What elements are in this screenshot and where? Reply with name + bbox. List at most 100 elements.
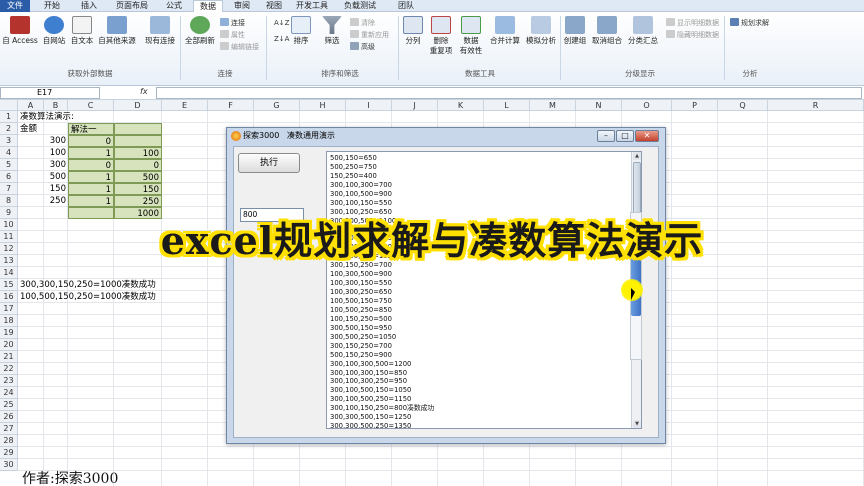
tab-file[interactable]: 文件 — [0, 0, 30, 12]
cell-a1[interactable]: 凑数算法演示: — [20, 111, 74, 123]
cell-solution-flag[interactable]: 1 — [68, 147, 114, 159]
clear-button[interactable]: 清除 — [350, 18, 375, 28]
cell-solution-flag[interactable]: 0 — [68, 159, 114, 171]
row-header-14[interactable]: 14 — [0, 267, 18, 279]
row-header-8[interactable]: 8 — [0, 195, 18, 207]
tab-load-test[interactable]: 负载测试 — [340, 0, 380, 12]
sort-button[interactable]: 排序 — [290, 16, 312, 46]
from-text-button[interactable]: 自文本 — [68, 16, 96, 46]
row-header-26[interactable]: 26 — [0, 411, 18, 423]
column-header-c[interactable]: C — [68, 100, 114, 111]
row-header-24[interactable]: 24 — [0, 387, 18, 399]
refresh-all-button[interactable]: 全部刷新 — [184, 16, 216, 46]
cell-product[interactable]: 100 — [114, 147, 162, 159]
cell-product[interactable]: 150 — [114, 183, 162, 195]
cell-a2[interactable]: 金额 — [20, 123, 37, 135]
fx-icon[interactable]: fx — [140, 87, 148, 96]
tab-formulas[interactable]: 公式 — [160, 0, 188, 12]
tab-team[interactable]: 团队 — [392, 0, 420, 12]
row-header-15[interactable]: 15 — [0, 279, 18, 291]
tab-view[interactable]: 视图 — [261, 0, 287, 12]
close-icon[interactable]: ✕ — [635, 130, 659, 142]
column-header-n[interactable]: N — [576, 100, 622, 111]
column-header-q[interactable]: Q — [718, 100, 768, 111]
column-header-f[interactable]: F — [208, 100, 254, 111]
row-header-5[interactable]: 5 — [0, 159, 18, 171]
row-header-6[interactable]: 6 — [0, 171, 18, 183]
properties-link[interactable]: 属性 — [220, 30, 245, 40]
select-all-corner[interactable] — [0, 100, 18, 111]
column-header-j[interactable]: J — [392, 100, 438, 111]
cell-amount[interactable]: 250 — [18, 195, 68, 207]
row-header-25[interactable]: 25 — [0, 399, 18, 411]
cell-a15[interactable]: 300,300,150,250=1000凑数成功 — [20, 279, 156, 291]
solver-button[interactable]: 规划求解 — [730, 18, 769, 28]
from-access-button[interactable]: 自 Access — [2, 16, 38, 46]
subtotal-button[interactable]: 分类汇总 — [626, 16, 660, 46]
row-header-17[interactable]: 17 — [0, 303, 18, 315]
results-list[interactable]: 500,150=650 500,250=750 150,250=400 300,100… — [326, 151, 642, 429]
column-header-i[interactable]: I — [346, 100, 392, 111]
cell-a16[interactable]: 100,500,150,250=1000凑数成功 — [20, 291, 156, 303]
hide-detail-button[interactable]: 隐藏明细数据 — [666, 30, 719, 40]
column-header-r[interactable]: R — [768, 100, 864, 111]
column-header-m[interactable]: M — [530, 100, 576, 111]
from-other-sources-button[interactable]: 自其他来源 — [96, 16, 138, 46]
row-header-27[interactable]: 27 — [0, 423, 18, 435]
row-header-23[interactable]: 23 — [0, 375, 18, 387]
tab-developer[interactable]: 开发工具 — [292, 0, 332, 12]
sort-za-button[interactable]: Z↓A — [274, 34, 289, 44]
cell-amount[interactable]: 300 — [18, 159, 68, 171]
row-header-1[interactable]: 1 — [0, 111, 18, 123]
row-header-22[interactable]: 22 — [0, 363, 18, 375]
filter-button[interactable]: 筛选 — [320, 16, 344, 46]
row-header-18[interactable]: 18 — [0, 315, 18, 327]
from-web-button[interactable]: 自网站 — [40, 16, 68, 46]
column-header-p[interactable]: P — [672, 100, 718, 111]
row-header-4[interactable]: 4 — [0, 147, 18, 159]
cell-solution-flag[interactable]: 1 — [68, 183, 114, 195]
row-header-28[interactable]: 28 — [0, 435, 18, 447]
connections-link[interactable]: 连接 — [220, 18, 245, 28]
execute-button[interactable]: 执行 — [238, 153, 300, 173]
data-validation-button[interactable]: 数据 有效性 — [456, 16, 486, 56]
cell-c2[interactable] — [114, 123, 162, 135]
tab-review[interactable]: 审阅 — [228, 0, 256, 12]
cell-amount[interactable]: 500 — [18, 171, 68, 183]
text-to-columns-button[interactable]: 分列 — [402, 16, 424, 46]
scroll-down-icon[interactable]: ▼ — [633, 420, 641, 428]
group-button[interactable]: 创建组 — [562, 16, 588, 46]
cell-product[interactable]: 0 — [114, 159, 162, 171]
sort-az-button[interactable]: A↓Z — [274, 18, 289, 28]
tab-page-layout[interactable]: 页面布局 — [110, 0, 154, 12]
ungroup-button[interactable]: 取消组合 — [590, 16, 624, 46]
column-header-l[interactable]: L — [484, 100, 530, 111]
show-detail-button[interactable]: 显示明细数据 — [666, 18, 719, 28]
reapply-button[interactable]: 重新应用 — [350, 30, 389, 40]
what-if-analysis-button[interactable]: 模拟分析 — [524, 16, 558, 46]
consolidate-button[interactable]: 合并计算 — [488, 16, 522, 46]
row-header-20[interactable]: 20 — [0, 339, 18, 351]
row-header-21[interactable]: 21 — [0, 351, 18, 363]
cell-product[interactable] — [114, 135, 162, 147]
formula-input[interactable] — [156, 87, 862, 99]
scroll-up-icon[interactable]: ▲ — [633, 152, 641, 160]
remove-duplicates-button[interactable]: 删除 重复项 — [428, 16, 454, 56]
cell-solution-flag[interactable]: 1 — [68, 171, 114, 183]
column-header-e[interactable]: E — [162, 100, 208, 111]
column-header-d[interactable]: D — [114, 100, 162, 111]
tab-insert[interactable]: 插入 — [74, 0, 104, 12]
cell-product[interactable]: 250 — [114, 195, 162, 207]
row-header-3[interactable]: 3 — [0, 135, 18, 147]
name-box[interactable]: E17 — [0, 87, 100, 99]
edit-links-link[interactable]: 编辑链接 — [220, 42, 259, 52]
column-header-a[interactable]: A — [18, 100, 44, 111]
cell-solution-flag[interactable]: 1 — [68, 195, 114, 207]
advanced-button[interactable]: 高级 — [350, 42, 375, 52]
row-header-16[interactable]: 16 — [0, 291, 18, 303]
maximize-icon[interactable]: □ — [616, 130, 634, 142]
cell-amount[interactable]: 150 — [18, 183, 68, 195]
row-header-7[interactable]: 7 — [0, 183, 18, 195]
cell-product[interactable]: 500 — [114, 171, 162, 183]
existing-connections-button[interactable]: 现有连接 — [142, 16, 178, 46]
